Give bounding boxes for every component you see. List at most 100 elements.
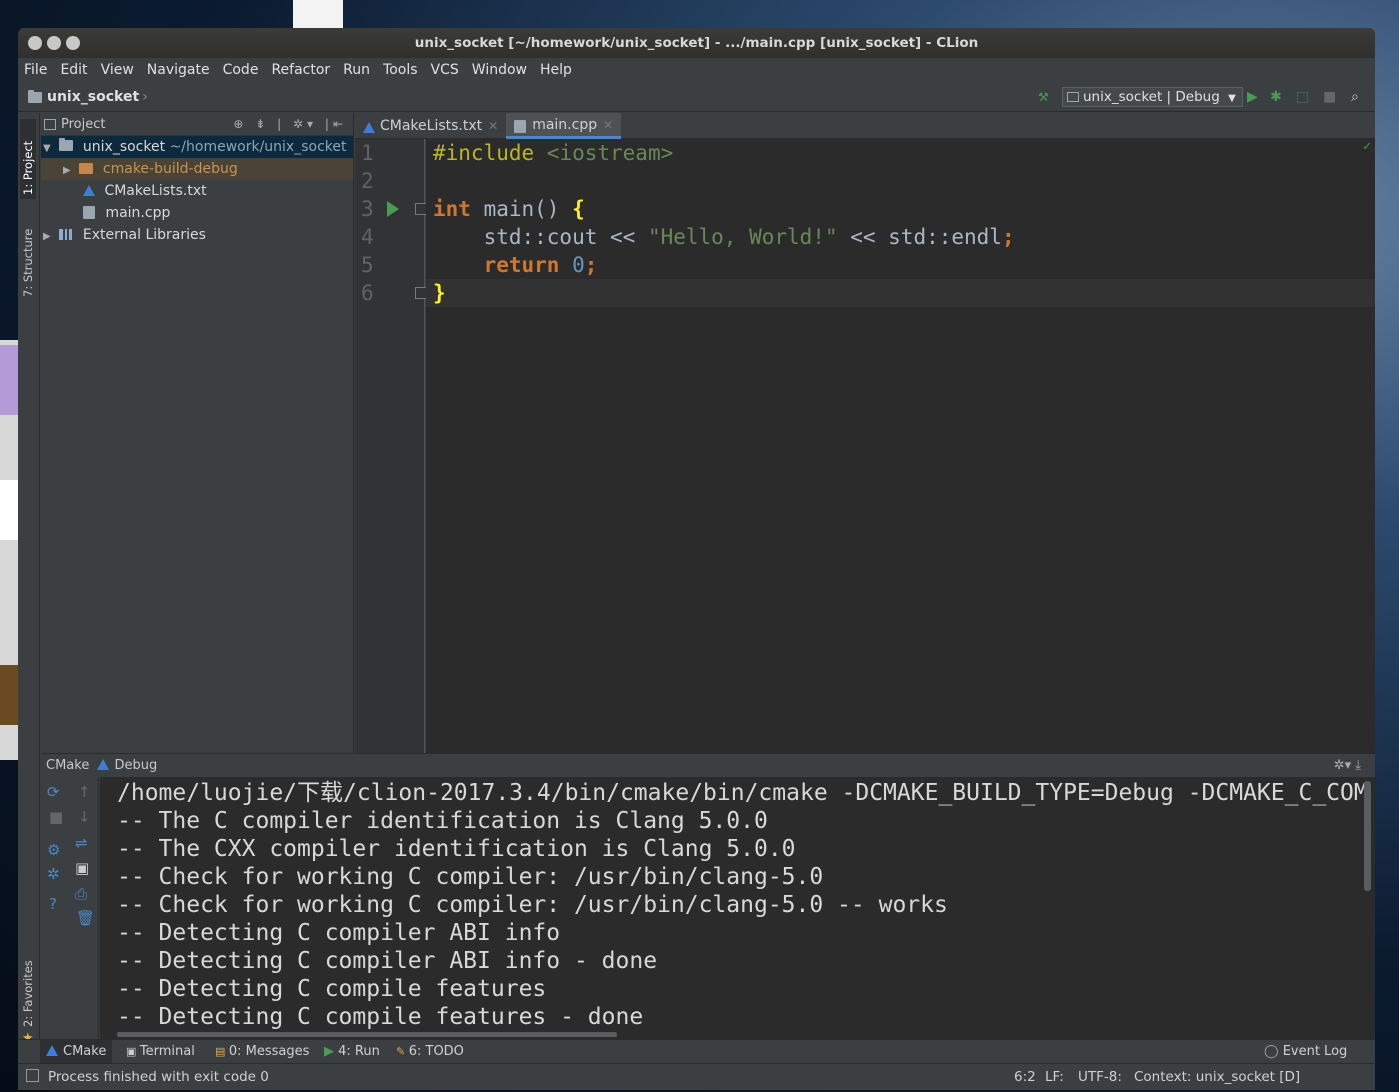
close-tab-icon[interactable]: ✕	[488, 113, 498, 139]
run-gutter-icon[interactable]	[387, 201, 399, 217]
panel-settings-gear-icon[interactable]: ✲▾ ⤓	[1334, 754, 1361, 778]
cmake-panel-header: CMake Debug ✲▾ ⤓	[41, 753, 1375, 777]
build-hammer-icon[interactable]: ⚒	[1038, 89, 1049, 105]
close-window-button[interactable]	[28, 36, 42, 50]
console-line: -- Check for working C compiler: /usr/bi…	[117, 892, 948, 918]
tab-event-log[interactable]: ◯ Event Log	[1258, 1040, 1353, 1064]
terminal-icon: ▣	[126, 1045, 140, 1058]
cmake-panel-title: CMake	[46, 758, 90, 773]
soft-wrap-icon[interactable]: ⇌	[75, 834, 88, 852]
tab-main-cpp[interactable]: main.cpp ✕	[506, 112, 622, 139]
tab-label: Event Log	[1282, 1044, 1348, 1059]
left-tool-strip: 1: Project 7: Structure 2: Favorites ★	[18, 113, 40, 1055]
stop-icon[interactable]: ■	[49, 808, 63, 826]
cmake-icon	[97, 759, 110, 770]
maximize-window-button[interactable]	[66, 36, 80, 50]
folder-icon	[28, 89, 42, 103]
horizontal-scrollbar[interactable]	[117, 1032, 617, 1037]
line-number: 4	[361, 225, 374, 249]
tree-root-path: ~/homework/unix_socket	[169, 139, 347, 155]
project-panel-tools[interactable]: ⊕ ⇟ | ✲▾ |⇤	[233, 113, 347, 136]
tab-structure-tool[interactable]: 7: Structure	[20, 213, 36, 301]
minimize-window-button[interactable]	[47, 36, 61, 50]
cmake-file-icon	[83, 185, 95, 196]
console-line: /home/luojie/下载/clion-2017.3.4/bin/cmake…	[117, 780, 1368, 806]
menu-vcs[interactable]: VCS	[431, 62, 459, 78]
print-icon[interactable]: ⎙	[75, 885, 87, 903]
library-icon	[59, 229, 73, 240]
tree-item-external-libraries[interactable]: ▶ External Libraries	[41, 224, 353, 246]
run-with-coverage-icon[interactable]: ⬚	[1296, 89, 1309, 105]
scroll-down-icon[interactable]: ↓	[78, 808, 91, 826]
search-icon[interactable]: ⌕	[1351, 89, 1359, 105]
help-icon[interactable]: ?	[49, 895, 57, 913]
tab-label: main.cpp	[532, 116, 598, 133]
tree-item-cmake-build-debug[interactable]: ▶ cmake-build-debug	[41, 158, 353, 180]
stop-icon[interactable]: ■	[1323, 89, 1336, 105]
line-separator[interactable]: LF:	[1045, 1066, 1064, 1088]
reload-cmake-icon[interactable]: ⟳	[47, 783, 60, 801]
close-tab-icon[interactable]: ✕	[603, 112, 613, 138]
project-tool-label: 1: Project	[21, 140, 35, 195]
tab-run-tool[interactable]: ▶ 4: Run	[318, 1040, 386, 1064]
menu-file[interactable]: File	[24, 62, 47, 78]
tree-item-label: main.cpp	[105, 205, 171, 221]
tool-window-bar: CMake ▣ Terminal ▤ 0: Messages ▶ 4: Run …	[18, 1039, 1375, 1064]
tab-messages-tool[interactable]: ▤ 0: Messages	[209, 1040, 315, 1064]
resolve-context[interactable]: Context: unix_socket [D]	[1134, 1066, 1300, 1088]
scroll-to-end-icon[interactable]: ▣	[75, 859, 89, 877]
settings-icon[interactable]: ✲	[47, 865, 60, 883]
tab-favorites-tool[interactable]: 2: Favorites	[20, 941, 36, 1031]
chevron-down-icon: ▼	[1228, 93, 1236, 104]
vertical-scrollbar[interactable]	[1364, 781, 1371, 891]
debug-bug-icon[interactable]: ✱	[1270, 89, 1282, 105]
expand-down-icon: ▼	[43, 143, 51, 154]
tab-label: 0: Messages	[228, 1044, 310, 1059]
file-encoding[interactable]: UTF-8:	[1078, 1066, 1122, 1088]
menu-tools[interactable]: Tools	[383, 62, 418, 78]
menu-edit[interactable]: Edit	[60, 62, 87, 78]
navigation-bar: unix_socket › ⚒ unix_socket | Debug ▼ ▶ …	[18, 81, 1375, 112]
cmake-icon	[46, 1045, 58, 1056]
console-line: -- Detecting C compile features - done	[117, 1004, 644, 1030]
code-line-5: return 0;	[433, 253, 598, 277]
tab-cmakelists[interactable]: CMakeLists.txt ✕	[355, 113, 506, 139]
scroll-up-icon[interactable]: ↑	[78, 783, 91, 801]
hide-tool-windows-icon[interactable]	[26, 1069, 39, 1082]
tab-project-tool[interactable]: 1: Project	[20, 119, 36, 199]
desktop-side-fragment	[0, 340, 18, 760]
menu-help[interactable]: Help	[540, 62, 572, 78]
tab-cmake-tool[interactable]: CMake	[40, 1040, 113, 1064]
menu-refactor[interactable]: Refactor	[271, 62, 330, 78]
tree-item-label: External Libraries	[82, 227, 206, 243]
project-icon	[44, 119, 56, 130]
run-configuration-dropdown[interactable]: unix_socket | Debug ▼	[1062, 87, 1243, 107]
chevron-right-icon: ›	[142, 89, 148, 105]
structure-tool-label: 7: Structure	[21, 228, 35, 297]
tab-terminal-tool[interactable]: ▣ Terminal	[120, 1040, 201, 1064]
menu-navigate[interactable]: Navigate	[147, 62, 210, 78]
cmake-file-icon	[363, 121, 375, 133]
menu-code[interactable]: Code	[223, 62, 259, 78]
menu-window[interactable]: Window	[472, 62, 527, 78]
menu-bar: File Edit View Navigate Code Refactor Ru…	[18, 58, 1375, 81]
tree-item-cmakelists[interactable]: CMakeLists.txt	[41, 180, 353, 202]
clear-all-trash-icon[interactable]: 🗑	[76, 909, 95, 927]
tree-item-label: CMakeLists.txt	[104, 183, 207, 199]
current-line-highlight	[426, 279, 1375, 307]
breadcrumb[interactable]: unix_socket ›	[28, 89, 148, 105]
menu-view[interactable]: View	[101, 62, 134, 78]
console-line: -- Detecting C compile features	[117, 976, 547, 1002]
messages-icon: ▤	[215, 1045, 229, 1058]
tree-item-label: cmake-build-debug	[102, 161, 238, 177]
menu-run[interactable]: Run	[343, 62, 370, 78]
status-bar: Process finished with exit code 0 6:2 LF…	[18, 1063, 1375, 1090]
tab-todo-tool[interactable]: ✎ 6: TODO	[390, 1040, 470, 1064]
run-icon[interactable]: ▶	[1247, 89, 1258, 105]
tree-root-row[interactable]: ▼ unix_socket ~/homework/unix_socket	[41, 136, 353, 158]
caret-position[interactable]: 6:2	[1014, 1066, 1036, 1088]
cmake-cache-icon[interactable]: ⚙	[47, 841, 60, 859]
cmake-console-output[interactable]: /home/luojie/下载/clion-2017.3.4/bin/cmake…	[100, 777, 1375, 1039]
code-editor[interactable]: #include <iostream> int main() { std::co…	[426, 139, 1375, 753]
tree-item-main-cpp[interactable]: main.cpp	[41, 202, 353, 224]
